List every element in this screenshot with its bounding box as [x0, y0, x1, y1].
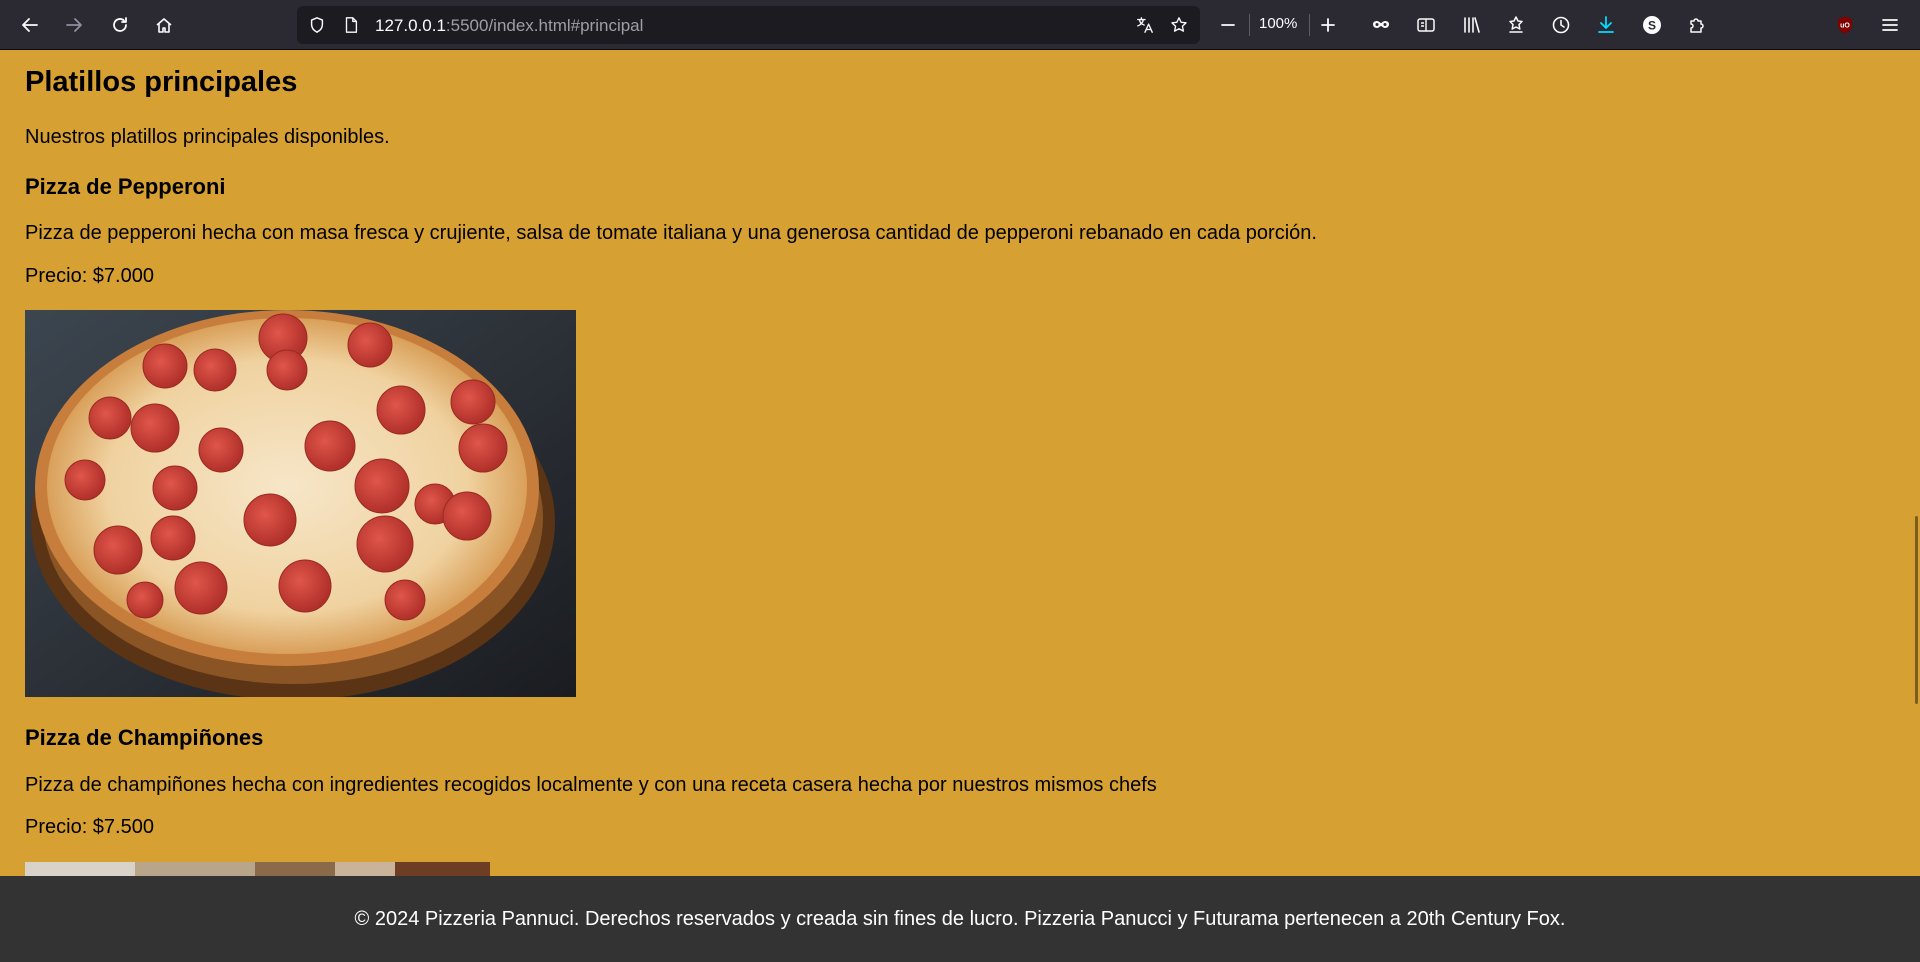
download-icon[interactable]: [1590, 9, 1622, 41]
shield-icon[interactable]: [307, 15, 327, 35]
library-icon[interactable]: [1456, 9, 1488, 41]
scrollbar-thumb[interactable]: [1915, 516, 1918, 704]
zoom-separator: [1249, 14, 1250, 36]
reader-view-icon[interactable]: [1410, 9, 1442, 41]
dish-description: Pizza de pepperoni hecha con masa fresca…: [25, 222, 1317, 244]
page-title: Platillos principales: [25, 66, 298, 98]
pepperoni-pizza-image: [25, 310, 576, 697]
url-bar[interactable]: 127.0.0.1:5500/index.html#principal: [297, 6, 1200, 44]
url-text[interactable]: 127.0.0.1:5500/index.html#principal: [375, 16, 643, 36]
home-icon[interactable]: [148, 9, 180, 41]
dish-name: Pizza de Pepperoni: [25, 174, 226, 199]
svg-text:uO: uO: [1840, 23, 1850, 30]
ublock-icon[interactable]: uO: [1829, 9, 1861, 41]
back-icon[interactable]: [14, 9, 46, 41]
puzzle-icon[interactable]: [1681, 9, 1713, 41]
dish-price: Precio: $7.000: [25, 265, 154, 287]
url-host: 127.0.0.1: [375, 16, 446, 35]
dish-description: Pizza de champiñones hecha con ingredien…: [25, 774, 1157, 796]
extensions-puzzle-icon[interactable]: [1500, 9, 1532, 41]
mushroom-pizza-image: [25, 862, 490, 876]
page-intro: Nuestros platillos principales disponibl…: [25, 126, 390, 148]
page-icon[interactable]: [341, 15, 361, 35]
page-scrollbar[interactable]: [1912, 50, 1920, 876]
menu-icon[interactable]: [1874, 9, 1906, 41]
svg-text:S: S: [1648, 19, 1656, 33]
forward-icon[interactable]: [58, 9, 90, 41]
bookmark-star-icon[interactable]: [1169, 15, 1189, 35]
zoom-level[interactable]: 100%: [1259, 15, 1297, 32]
url-path: :5500/index.html#principal: [445, 16, 644, 35]
account-icon[interactable]: S: [1636, 9, 1668, 41]
private-mask-icon[interactable]: [1365, 9, 1397, 41]
page-footer: © 2024 Pizzeria Pannuci. Derechos reserv…: [0, 876, 1920, 962]
zoom-separator: [1309, 14, 1310, 36]
dish-price: Precio: $7.500: [25, 816, 154, 838]
footer-text: © 2024 Pizzeria Pannuci. Derechos reserv…: [354, 907, 1566, 930]
browser-toolbar: 127.0.0.1:5500/index.html#principal 100%…: [0, 0, 1920, 50]
reload-icon[interactable]: [104, 9, 136, 41]
translate-icon[interactable]: [1135, 15, 1155, 35]
history-icon[interactable]: [1545, 9, 1577, 41]
dish-name: Pizza de Champiñones: [25, 725, 264, 750]
zoom-in-icon[interactable]: [1312, 9, 1344, 41]
zoom-out-icon[interactable]: [1212, 9, 1244, 41]
